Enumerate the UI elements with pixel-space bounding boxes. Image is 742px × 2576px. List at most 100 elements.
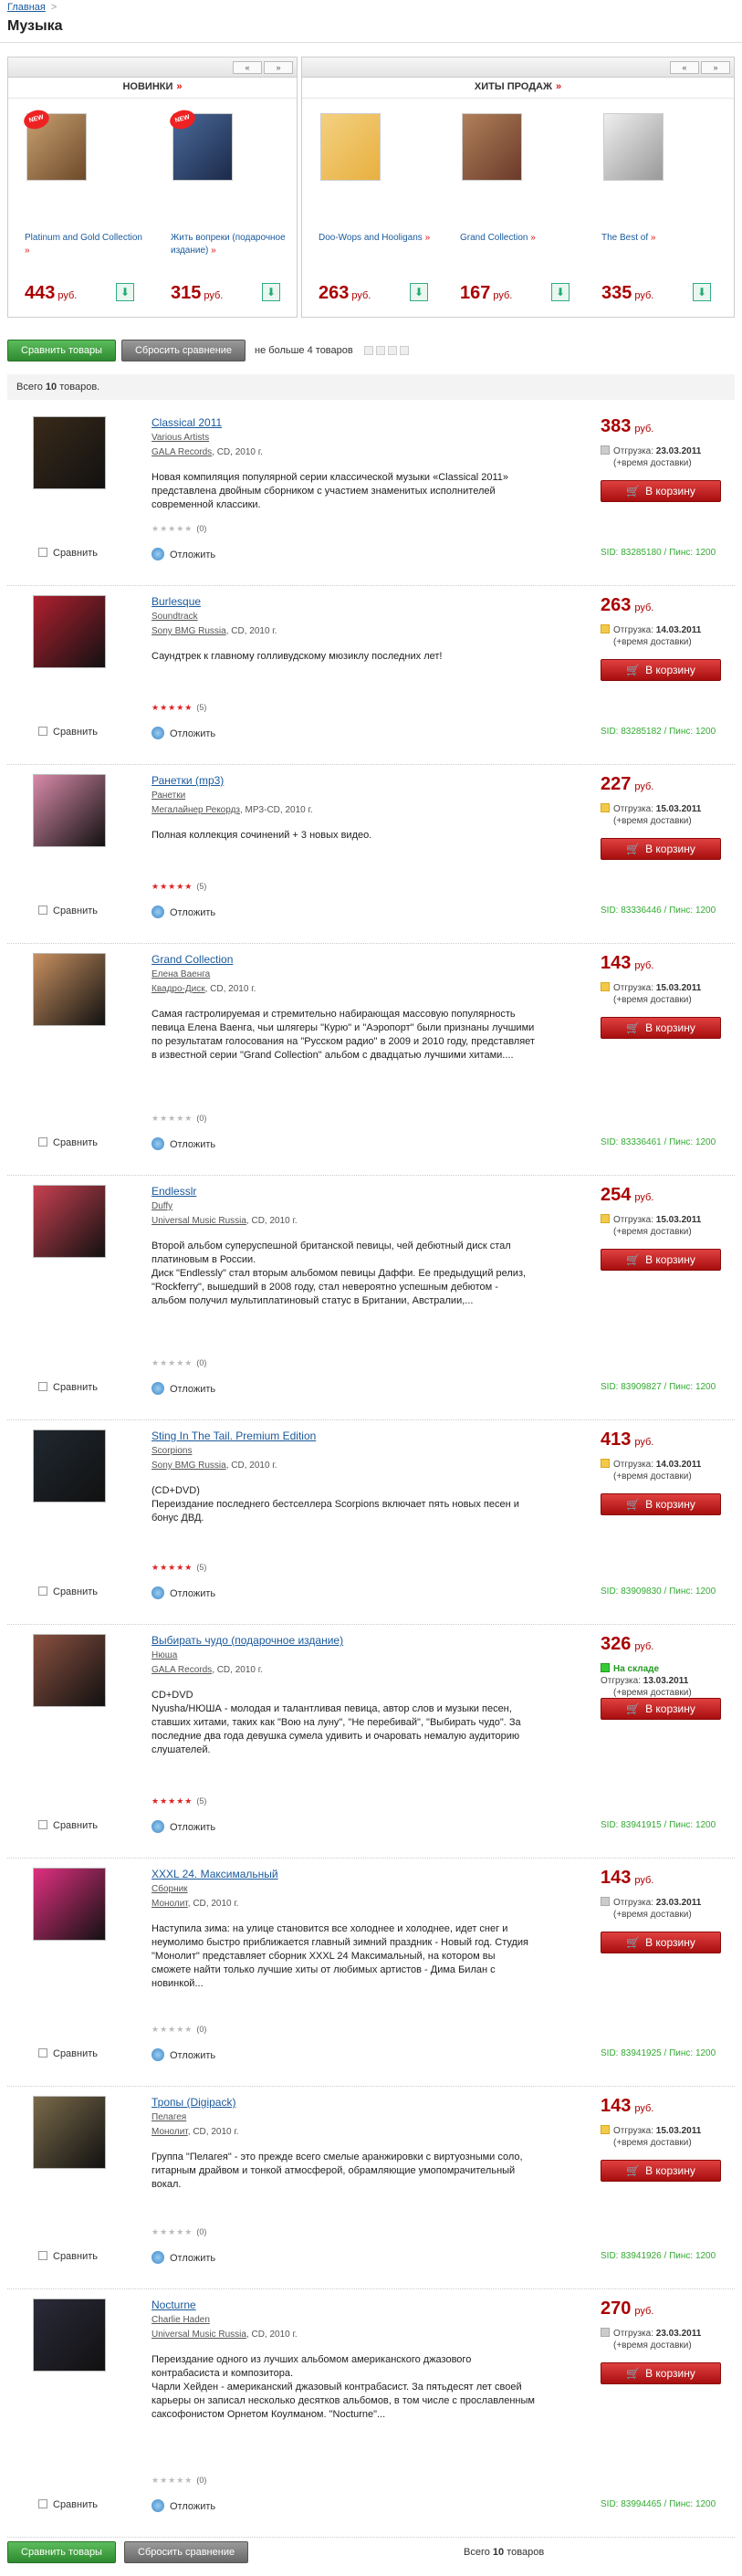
product-title-link[interactable]: Nocturne — [152, 2299, 196, 2311]
product-name[interactable]: Doo-Wops and Hooligans » — [319, 232, 437, 245]
compare-products-button[interactable]: Сравнить товары — [7, 340, 116, 361]
add-to-cart-button[interactable]: 🛒 В корзину — [601, 2362, 721, 2384]
compare-checkbox[interactable]: Сравнить — [38, 906, 98, 916]
save-for-later-link[interactable]: Отложить — [152, 2251, 215, 2264]
artist-link[interactable]: Duffy — [152, 1201, 172, 1211]
add-to-cart-button[interactable]: 🛒 В корзину — [601, 1017, 721, 1039]
add-to-cart-button[interactable]: 🛒 В корзину — [601, 659, 721, 681]
add-to-cart-button[interactable]: 🛒 В корзину — [601, 2160, 721, 2182]
checkbox-icon[interactable] — [38, 548, 47, 557]
breadcrumb-home-link[interactable]: Главная — [7, 2, 46, 13]
label-link[interactable]: Sony BMG Russia — [152, 626, 226, 636]
panel-title[interactable]: ХИТЫ ПРОДАЖ» — [302, 81, 734, 96]
compare-checkbox[interactable]: Сравнить — [38, 2048, 98, 2059]
compare-products-button[interactable]: Сравнить товары — [7, 2541, 116, 2563]
label-link[interactable]: Монолит — [152, 1899, 188, 1909]
compare-checkbox[interactable]: Сравнить — [38, 1137, 98, 1148]
album-cover[interactable] — [33, 2299, 106, 2372]
cart-icon[interactable]: ⬇ — [551, 283, 570, 301]
artist-link[interactable]: Various Artists — [152, 433, 209, 443]
checkbox-icon[interactable] — [38, 1820, 47, 1829]
artist-link[interactable]: Ранетки — [152, 791, 185, 801]
product-name[interactable]: Platinum and Gold Collection » — [25, 232, 143, 257]
label-link[interactable]: Мегалайнер Рекордз — [152, 805, 240, 815]
add-to-cart-button[interactable]: 🛒 В корзину — [601, 838, 721, 860]
save-for-later-link[interactable]: Отложить — [152, 2499, 215, 2512]
product-title-link[interactable]: Burlesque — [152, 595, 201, 608]
save-for-later-link[interactable]: Отложить — [152, 1137, 215, 1150]
album-cover[interactable]: NEW — [167, 107, 233, 181]
album-cover[interactable] — [462, 113, 522, 181]
label-link[interactable]: Sony BMG Russia — [152, 1461, 226, 1471]
cart-icon[interactable]: ⬇ — [410, 283, 428, 301]
cart-icon[interactable]: ⬇ — [116, 283, 134, 301]
checkbox-icon[interactable] — [38, 1137, 47, 1147]
next-button[interactable]: » — [701, 61, 730, 74]
artist-link[interactable]: Нюша — [152, 1650, 177, 1660]
artist-link[interactable]: Charlie Haden — [152, 2315, 210, 2325]
add-to-cart-button[interactable]: 🛒 В корзину — [601, 480, 721, 502]
checkbox-icon[interactable] — [38, 2251, 47, 2260]
add-to-cart-button[interactable]: 🛒 В корзину — [601, 1698, 721, 1720]
compare-checkbox[interactable]: Сравнить — [38, 548, 98, 559]
save-for-later-link[interactable]: Отложить — [152, 1586, 215, 1599]
checkbox-icon[interactable] — [38, 906, 47, 915]
compare-checkbox[interactable]: Сравнить — [38, 1820, 98, 1831]
album-cover[interactable]: NEW — [21, 107, 87, 181]
album-cover[interactable] — [320, 113, 381, 181]
artist-link[interactable]: Пелагея — [152, 2112, 186, 2122]
checkbox-icon[interactable] — [38, 1586, 47, 1596]
panel-title[interactable]: НОВИНКИ» — [8, 81, 297, 96]
album-cover[interactable] — [603, 113, 664, 181]
album-cover[interactable] — [33, 1868, 106, 1941]
album-cover[interactable] — [33, 1185, 106, 1258]
save-for-later-link[interactable]: Отложить — [152, 906, 215, 918]
album-cover[interactable] — [33, 416, 106, 489]
checkbox-icon[interactable] — [38, 1382, 47, 1391]
add-to-cart-button[interactable]: 🛒 В корзину — [601, 1932, 721, 1953]
add-to-cart-button[interactable]: 🛒 В корзину — [601, 1249, 721, 1271]
label-link[interactable]: Квадро-Диск — [152, 984, 205, 994]
product-title-link[interactable]: Classical 2011 — [152, 416, 222, 429]
cart-icon[interactable]: ⬇ — [693, 283, 711, 301]
reset-compare-button[interactable]: Сбросить сравнение — [124, 2541, 249, 2563]
artist-link[interactable]: Scorpions — [152, 1446, 192, 1456]
label-link[interactable]: Монолит — [152, 2127, 188, 2137]
album-cover[interactable] — [33, 953, 106, 1026]
cart-icon[interactable]: ⬇ — [262, 283, 280, 301]
product-title-link[interactable]: XXXL 24. Максимальный — [152, 1868, 278, 1880]
compare-checkbox[interactable]: Сравнить — [38, 1382, 98, 1393]
save-for-later-link[interactable]: Отложить — [152, 2048, 215, 2061]
next-button[interactable]: » — [264, 61, 293, 74]
compare-checkbox[interactable]: Сравнить — [38, 2499, 98, 2510]
save-for-later-link[interactable]: Отложить — [152, 1382, 215, 1395]
album-cover[interactable] — [33, 595, 106, 668]
artist-link[interactable]: Сборник — [152, 1884, 188, 1894]
compare-checkbox[interactable]: Сравнить — [38, 2251, 98, 2262]
checkbox-icon[interactable] — [38, 727, 47, 736]
compare-checkbox[interactable]: Сравнить — [38, 727, 98, 738]
label-link[interactable]: Universal Music Russia — [152, 1216, 246, 1226]
album-cover[interactable] — [33, 1634, 106, 1707]
checkbox-icon[interactable] — [38, 2048, 47, 2058]
save-for-later-link[interactable]: Отложить — [152, 548, 215, 560]
product-name[interactable]: The Best of » — [601, 232, 720, 245]
reset-compare-button[interactable]: Сбросить сравнение — [120, 340, 246, 361]
checkbox-icon[interactable] — [38, 2499, 47, 2508]
product-title-link[interactable]: Ранетки (mp3) — [152, 774, 224, 787]
artist-link[interactable]: Soundtrack — [152, 612, 198, 622]
product-title-link[interactable]: Endlesslr — [152, 1185, 196, 1198]
label-link[interactable]: GALA Records — [152, 1665, 212, 1675]
save-for-later-link[interactable]: Отложить — [152, 1820, 215, 1833]
prev-button[interactable]: « — [233, 61, 262, 74]
label-link[interactable]: Universal Music Russia — [152, 2330, 246, 2340]
artist-link[interactable]: Елена Ваенга — [152, 969, 210, 979]
album-cover[interactable] — [33, 2096, 106, 2169]
product-name[interactable]: Grand Collection » — [460, 232, 579, 245]
album-cover[interactable] — [33, 774, 106, 847]
product-title-link[interactable]: Grand Collection — [152, 953, 233, 966]
product-title-link[interactable]: Sting In The Tail. Premium Edition — [152, 1429, 316, 1442]
compare-checkbox[interactable]: Сравнить — [38, 1586, 98, 1597]
product-title-link[interactable]: Тропы (Digipack) — [152, 2096, 235, 2109]
product-name[interactable]: Жить вопреки (подарочное издание) » — [171, 232, 289, 257]
